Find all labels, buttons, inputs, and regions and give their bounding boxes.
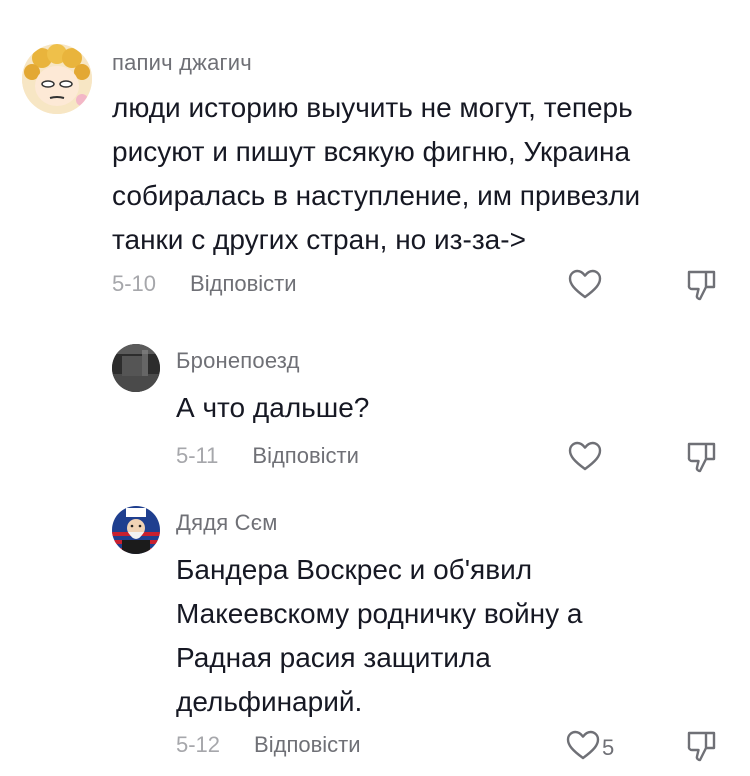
author-name[interactable]: папич джагич <box>112 50 252 76</box>
dislike-button[interactable] <box>686 440 718 479</box>
comment-text: А что дальше? <box>176 386 369 430</box>
comment-line: А что дальше? <box>176 392 370 423</box>
avatar[interactable] <box>112 344 160 392</box>
comment-date: 5-11 <box>176 443 219 468</box>
comment-line: Бандера Воскрес и об'явил <box>176 554 533 585</box>
like-button[interactable] <box>568 440 604 477</box>
comment-line: Макеевскому родничку войну а <box>176 598 583 629</box>
comment-meta: 5-10 Відповісти <box>112 269 297 299</box>
reply-item: Дядя Сєм Бандера Воскрес и об'явил Макее… <box>0 490 750 776</box>
thumbs-down-icon <box>686 731 718 767</box>
comment-text: люди историю выучить не могут, теперь ри… <box>112 86 640 262</box>
heart-icon <box>568 440 602 477</box>
author-name[interactable]: Бронепоезд <box>176 348 300 374</box>
comment-date: 5-12 <box>176 732 221 757</box>
reply-button[interactable]: Відповісти <box>254 732 361 758</box>
comment-line: танки с других стран, но из-за-> <box>112 224 526 255</box>
dislike-button[interactable] <box>686 268 718 307</box>
thumbs-down-icon <box>686 442 718 478</box>
comment-text: Бандера Воскрес и об'явил Макеевскому ро… <box>176 548 582 724</box>
comment-meta: 5-11 Відповісти <box>176 441 359 471</box>
like-count: 5 <box>602 734 615 760</box>
heart-icon <box>566 729 600 766</box>
author-name[interactable]: Дядя Сєм <box>176 510 278 536</box>
comment-line: собиралась в наступление, им привезли <box>112 180 641 211</box>
comment-line: люди историю выучить не могут, теперь <box>112 92 633 123</box>
comment-meta: 5-12 Відповісти <box>176 730 361 760</box>
heart-icon <box>568 268 602 305</box>
thumbs-down-icon <box>686 270 718 306</box>
comment-date: 5-10 <box>112 271 157 296</box>
avatar[interactable] <box>22 44 92 114</box>
avatar[interactable] <box>112 506 160 554</box>
like-button[interactable]: 5 <box>566 729 614 766</box>
dislike-button[interactable] <box>686 729 718 768</box>
reply-button[interactable]: Відповісти <box>252 443 359 469</box>
comment-line: Радная расия защитила <box>176 642 491 673</box>
comment-line: рисуют и пишут всякую фигню, Украина <box>112 136 631 167</box>
reply-button[interactable]: Відповісти <box>190 271 297 297</box>
like-button[interactable] <box>568 268 604 305</box>
comment-item: папич джагич люди историю выучить не мог… <box>0 0 750 320</box>
comment-line: дельфинарий. <box>176 686 363 717</box>
reply-item: Бронепоезд А что дальше? 5-11 Відповісти <box>0 320 750 490</box>
